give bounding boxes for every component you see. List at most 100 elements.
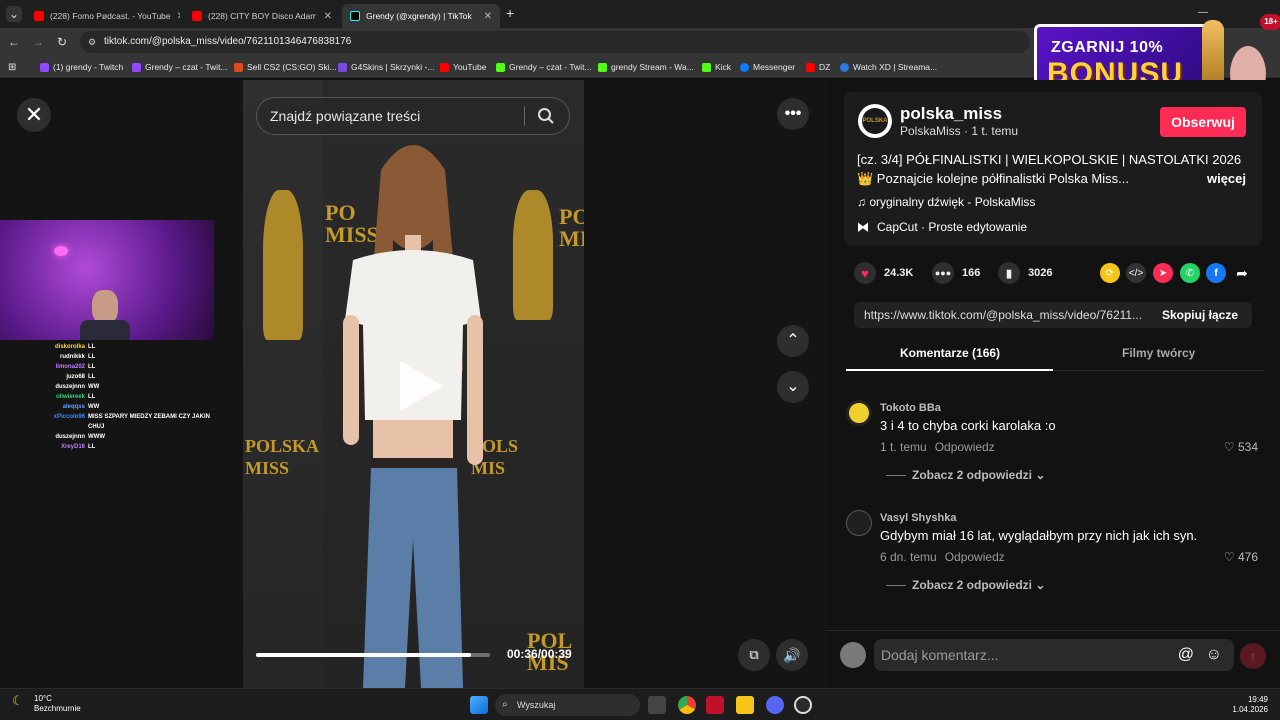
view-replies-link[interactable]: Zobacz 2 odpowiedzi ⌄ — [886, 468, 1045, 482]
bookmark-item[interactable]: Sell CS2 (CS:GO) Ski... — [234, 60, 337, 74]
bookmark-item[interactable]: Watch XD | Streama... — [840, 60, 937, 74]
share-icon[interactable]: ➦ — [1232, 263, 1252, 283]
facebook-icon[interactable]: f — [1206, 263, 1226, 283]
close-tab-icon[interactable]: ✕ — [171, 11, 180, 22]
chevron-up-icon[interactable]: ⌃ — [777, 325, 809, 357]
bookmark-item[interactable]: DZ — [806, 60, 830, 74]
video-player[interactable]: POMISS POMIS POLSKAMISS POLSMIS POLMIS — [243, 80, 584, 688]
discord-icon[interactable] — [766, 696, 784, 714]
view-replies-link[interactable]: Zobacz 2 odpowiedzi ⌄ — [886, 578, 1045, 592]
embed-icon[interactable]: </> — [1126, 263, 1146, 283]
replies-dash — [886, 475, 906, 477]
bookmark-item[interactable]: G4Skins | Skrzynki -... — [338, 60, 434, 74]
chat-message: LL — [88, 394, 96, 400]
show-more-link[interactable]: więcej — [1207, 171, 1246, 186]
bookmark-item[interactable]: Messenger — [740, 60, 795, 74]
video-progress-bar[interactable] — [256, 653, 490, 657]
bookmark-item[interactable]: (1) grendy - Twitch — [40, 60, 123, 74]
send-icon[interactable]: ➤ — [1153, 263, 1173, 283]
apps-icon[interactable]: ⊞ — [8, 60, 16, 74]
commenter-avatar[interactable] — [846, 510, 872, 536]
mention-icon[interactable]: @ — [1178, 639, 1194, 671]
task-view-icon[interactable] — [648, 696, 666, 714]
volume-icon[interactable]: 🔊 — [776, 639, 808, 671]
tab-creator-videos[interactable]: Filmy twórcy — [1122, 346, 1195, 360]
new-tab-button[interactable]: + — [506, 5, 514, 21]
reply-link[interactable]: Odpowiedz — [945, 550, 1005, 564]
send-comment-button[interactable]: ↑ — [1240, 643, 1266, 669]
share-link-field[interactable]: https://www.tiktok.com/@polska_miss/vide… — [854, 302, 1252, 328]
commenter-name[interactable]: Tokoto BBa — [880, 402, 941, 414]
bookmark-item[interactable]: Kick — [702, 60, 731, 74]
comment-like-button[interactable]: ♡ 476 — [1224, 550, 1258, 564]
reload-icon[interactable]: ↻ — [54, 34, 70, 50]
heart-icon: ♥ — [854, 262, 876, 284]
back-icon[interactable]: ← — [6, 34, 22, 50]
taskbar-search[interactable]: ⌕ Wyszukaj — [495, 694, 640, 716]
taskbar-clock[interactable]: 19:49 1.04.2026 — [1232, 695, 1268, 715]
tab-comments[interactable]: Komentarze (166) — [900, 346, 1000, 360]
user-avatar — [840, 642, 866, 668]
chevron-down-icon[interactable]: ⌄ — [777, 371, 809, 403]
music-link[interactable]: ♫ oryginalny dźwięk - PolskaMiss — [857, 195, 1035, 209]
commenter-avatar[interactable] — [846, 400, 872, 426]
creator-username[interactable]: polska_miss — [900, 104, 1002, 124]
bookmark-label: Watch XD | Streama... — [853, 62, 938, 72]
heart-outline-icon: ♡ — [1223, 440, 1238, 454]
commenter-name[interactable]: Vasyl Shyshka — [880, 512, 956, 524]
picture-in-picture-icon[interactable]: ⧉ — [738, 639, 770, 671]
chrome-icon[interactable] — [678, 696, 696, 714]
like-count: 24.3K — [884, 267, 914, 279]
file-explorer-icon[interactable] — [736, 696, 754, 714]
chat-message: LL — [88, 354, 96, 360]
repost-icon[interactable]: ⟳ — [1100, 263, 1120, 283]
bookmark-label: Grendy – czat - Twit... — [509, 62, 592, 72]
comment-button[interactable]: ●●● 166 — [932, 262, 980, 284]
streamer-webcam — [0, 220, 214, 340]
follow-button[interactable]: Obserwuj — [1160, 107, 1246, 137]
play-icon[interactable] — [396, 358, 444, 414]
copy-link-button[interactable]: Skopiuj łącze — [1162, 302, 1238, 328]
comment-input[interactable]: Dodaj komentarz... @ ☺ — [874, 639, 1234, 671]
save-count: 3026 — [1028, 267, 1053, 279]
whatsapp-icon[interactable]: ✆ — [1180, 263, 1200, 283]
bookmark-item[interactable]: Grendy – czat - Twit... — [496, 60, 592, 74]
close-tab-icon[interactable]: ✕ — [478, 11, 492, 22]
chat-message: LL — [88, 344, 96, 350]
tab-tiktok[interactable]: Grendy (@xgrendy) | TikTok ✕ — [342, 4, 500, 28]
share-link-text: https://www.tiktok.com/@polska_miss/vide… — [864, 308, 1143, 322]
save-button[interactable]: ▮ 3026 — [998, 262, 1052, 284]
url-input[interactable]: ⚙ tiktok.com/@polska_miss/video/76211013… — [80, 31, 1030, 53]
chat-line: rudnikkk LL — [0, 352, 214, 362]
related-search-input[interactable]: Znajdź powiązane treści — [256, 97, 570, 135]
close-icon[interactable]: ✕ — [17, 98, 51, 132]
like-button[interactable]: ♥ 24.3K — [854, 262, 913, 284]
chat-username: rudnikkk — [59, 354, 85, 360]
tab-search-icon[interactable]: ⌄ — [6, 6, 22, 22]
search-icon[interactable] — [537, 107, 555, 125]
reply-link[interactable]: Odpowiedz — [935, 440, 995, 454]
creator-subname: PolskaMiss · 1 t. temu — [900, 124, 1019, 138]
minimize-icon[interactable]: — — [1198, 7, 1208, 18]
more-options-icon[interactable]: ••• — [777, 98, 809, 130]
capcut-link[interactable]: ⧓ CapCut · Proste edytowanie — [857, 220, 1027, 234]
windows-start-icon[interactable] — [470, 696, 488, 714]
steam-icon[interactable] — [794, 696, 812, 714]
bookmark-label: Grendy – czat - Twit... — [145, 62, 228, 72]
comment-time: 6 dn. temu — [880, 550, 937, 564]
tab-youtube-1[interactable]: (228) Fomo Pødcast. - YouTube ✕ — [26, 4, 180, 28]
creator-avatar[interactable]: POLSKA MISS — [858, 104, 892, 138]
comment-like-button[interactable]: ♡ 534 — [1224, 440, 1258, 454]
bookmark-item[interactable]: Grendy – czat - Twit... — [132, 60, 228, 74]
chat-username: oliwiereek — [55, 394, 85, 400]
forward-icon[interactable]: → — [30, 34, 46, 50]
weather-widget[interactable]: ☾ 10°C Bezchmurnie — [12, 694, 81, 714]
tab-youtube-2[interactable]: (228) CITY BOY Disco Adamus ✕ — [184, 4, 340, 28]
site-info-icon[interactable]: ⚙ — [88, 31, 96, 53]
app-red-icon[interactable] — [706, 696, 724, 714]
bookmark-item[interactable]: grendy Stream - Wa... — [598, 60, 694, 74]
emoji-icon[interactable]: ☺ — [1206, 639, 1222, 671]
comment-count: 166 — [962, 267, 981, 279]
close-tab-icon[interactable]: ✕ — [318, 11, 332, 22]
bookmark-item[interactable]: YouTube — [440, 60, 486, 74]
